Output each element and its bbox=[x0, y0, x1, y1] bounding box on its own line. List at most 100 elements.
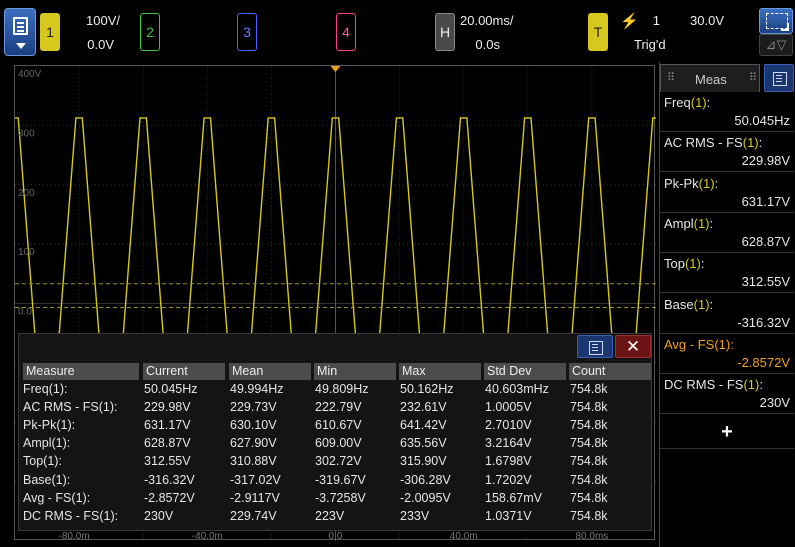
meas-item-label: Pk-Pk(1): bbox=[664, 176, 718, 191]
measure-channel: (1) bbox=[99, 508, 115, 523]
meas-panel-item[interactable]: Freq(1): 50.045Hz bbox=[660, 92, 794, 132]
meas-item-value: 628.87V bbox=[741, 233, 790, 249]
meas-item-name: Ampl bbox=[664, 215, 694, 231]
table-cell-std: 1.0005V bbox=[485, 400, 532, 415]
x-axis-label: 40.0m bbox=[450, 531, 478, 541]
y-axis-label: 0.0 bbox=[18, 307, 32, 318]
table-header-cell: Min bbox=[314, 363, 396, 380]
meas-item-value: 631.17V bbox=[741, 193, 790, 209]
measure-label: Pk-Pk bbox=[23, 418, 57, 433]
meas-item-colon: : bbox=[758, 135, 763, 151]
measure-name: Freq(1): bbox=[23, 382, 139, 396]
channel-3-key[interactable]: 3 bbox=[237, 13, 257, 51]
measure-name: DC RMS - FS(1): bbox=[23, 509, 139, 523]
table-close-button[interactable]: ✕ bbox=[615, 335, 651, 358]
measure-name: Ampl(1): bbox=[23, 436, 139, 450]
table-cell-count: 754.8k bbox=[570, 418, 608, 433]
channel-1-scale: 100V/ bbox=[86, 13, 120, 28]
trigger-source: 1 bbox=[652, 13, 660, 28]
measure-colon: : bbox=[66, 436, 71, 451]
horizontal-delay: 0.0s bbox=[475, 37, 500, 52]
table-header-cell: Count bbox=[569, 363, 651, 380]
table-cell-max: 233V bbox=[400, 508, 430, 523]
meas-panel-item[interactable]: DC RMS - FS(1): 230V bbox=[660, 374, 794, 415]
table-cell-max: -306.28V bbox=[400, 472, 451, 487]
menu-icon bbox=[13, 17, 28, 35]
meas-panel-item[interactable]: Avg - FS(1): -2.8572V bbox=[660, 334, 794, 374]
measure-channel: (1) bbox=[71, 490, 87, 505]
grip-icon: ⠿ bbox=[667, 72, 675, 84]
meas-item-channel: (1) bbox=[743, 377, 760, 393]
table-cell-mean: 229.74V bbox=[230, 508, 277, 523]
table-header-cell: Max bbox=[399, 363, 481, 380]
delta-button[interactable]: ⊿▽ bbox=[759, 34, 793, 56]
meas-item-channel: (1) bbox=[714, 336, 731, 352]
main-menu-button[interactable] bbox=[4, 8, 36, 56]
meas-item-channel: (1) bbox=[684, 256, 701, 272]
meas-item-colon: : bbox=[730, 336, 734, 352]
table-cell-mean: 49.994Hz bbox=[230, 382, 284, 396]
table-cell-std: 2.7010V bbox=[485, 418, 532, 433]
grip-icon: ⠿ bbox=[749, 72, 757, 84]
measure-name: Top(1): bbox=[23, 454, 139, 468]
table-cell-mean: -2.9117V bbox=[230, 490, 280, 505]
measurement-panel: ⠿ Meas ⠿ Freq(1): 50.045Hz AC RMS - FS(1):… bbox=[659, 62, 795, 547]
table-cell-count: 754.8k bbox=[570, 490, 608, 505]
table-header-cell: Measure bbox=[23, 363, 139, 380]
table-cell-count: 754.8k bbox=[570, 436, 608, 451]
meas-panel-item[interactable]: Ampl(1): 628.87V bbox=[660, 213, 794, 253]
table-cell-count: 754.8k bbox=[570, 472, 608, 487]
meas-item-label: Avg - FS(1): bbox=[664, 337, 734, 352]
measure-label: Top bbox=[23, 454, 44, 469]
measure-colon: : bbox=[66, 472, 71, 487]
table-cell-min: 222.79V bbox=[315, 400, 362, 415]
table-cell-min: 49.809Hz bbox=[315, 382, 369, 396]
measure-colon: : bbox=[58, 454, 62, 469]
table-cell-current: 628.87V bbox=[144, 436, 191, 451]
table-header-cell: Mean bbox=[229, 363, 311, 380]
meas-menu-button[interactable] bbox=[764, 64, 794, 92]
meas-item-value: -2.8572V bbox=[737, 354, 790, 370]
measure-name: Avg - FS(1): bbox=[23, 491, 139, 505]
meas-item-value: 312.55V bbox=[741, 274, 790, 290]
table-cell-std: 1.7202V bbox=[485, 472, 532, 487]
table-cell-current: 312.55V bbox=[144, 454, 191, 469]
measure-name: Base(1): bbox=[23, 473, 139, 487]
table-cell-current: 230V bbox=[144, 508, 174, 523]
meas-item-name: Top bbox=[664, 256, 685, 272]
meas-item-channel: (1) bbox=[698, 175, 715, 191]
channel-1-key[interactable]: 1 bbox=[40, 13, 60, 51]
table-menu-button[interactable] bbox=[577, 335, 613, 358]
meas-item-channel: (1) bbox=[693, 215, 710, 231]
meas-panel-item[interactable]: Top(1): 312.55V bbox=[660, 253, 794, 294]
meas-item-colon: : bbox=[700, 256, 705, 272]
zoom-select-button[interactable] bbox=[759, 8, 793, 34]
horizontal-key[interactable]: H bbox=[435, 13, 455, 51]
left-rail bbox=[0, 60, 14, 547]
meas-tab[interactable]: ⠿ Meas ⠿ bbox=[660, 64, 760, 92]
channel-2-key[interactable]: 2 bbox=[140, 13, 160, 51]
measure-channel: (1) bbox=[51, 472, 67, 487]
table-cell-min: 302.72V bbox=[315, 454, 362, 469]
table-cell-current: 229.98V bbox=[144, 400, 191, 415]
meas-panel-item[interactable]: Base(1): -316.32V bbox=[660, 294, 794, 334]
meas-item-label: Top(1): bbox=[664, 256, 704, 271]
table-cell-min: -319.67V bbox=[315, 472, 366, 487]
measure-channel: (1) bbox=[98, 400, 114, 415]
meas-item-name: DC RMS - FS bbox=[664, 377, 744, 393]
add-measurement-button[interactable]: + bbox=[660, 417, 794, 449]
table-cell-current: 631.17V bbox=[144, 418, 191, 433]
channel-4-key[interactable]: 4 bbox=[336, 13, 356, 51]
measure-colon: : bbox=[86, 490, 91, 505]
meas-panel-item[interactable]: AC RMS - FS(1): 229.98V bbox=[660, 132, 794, 173]
table-header-cell: Std Dev bbox=[484, 363, 566, 380]
measure-colon: : bbox=[113, 400, 118, 415]
measure-label: AC RMS - FS bbox=[23, 400, 99, 415]
measure-label: Ampl bbox=[23, 436, 52, 451]
trigger-position-marker bbox=[330, 66, 341, 72]
meas-item-label: DC RMS - FS(1): bbox=[664, 377, 763, 392]
measure-colon: : bbox=[114, 508, 119, 523]
trigger-key[interactable]: T bbox=[588, 13, 608, 51]
measure-channel: (1) bbox=[51, 436, 67, 451]
meas-panel-item[interactable]: Pk-Pk(1): 631.17V bbox=[660, 173, 794, 213]
